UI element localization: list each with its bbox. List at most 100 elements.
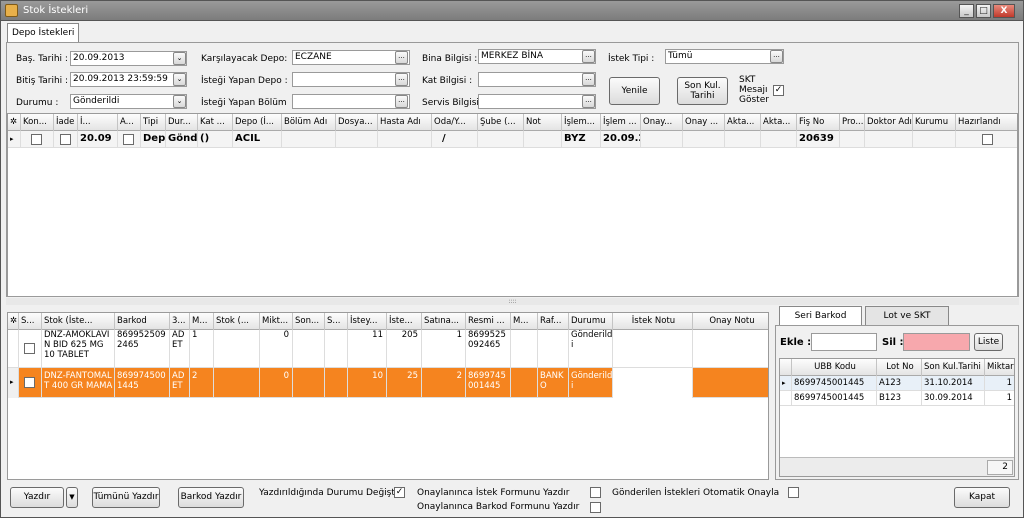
hazirlandi-checkbox[interactable] <box>982 134 993 145</box>
col-stok2[interactable]: Stok (... <box>214 313 260 330</box>
bas-tarihi-input[interactable]: 20.09.2013 <box>70 51 187 66</box>
col-not[interactable]: Not <box>524 114 562 131</box>
cell-tipi[interactable]: Dep <box>141 131 166 148</box>
cell-s2[interactable] <box>325 368 348 398</box>
cell-skt[interactable]: 30.09.2014 <box>922 391 985 406</box>
col-kat[interactable]: Kat ... <box>198 114 233 131</box>
cell-m[interactable]: 2 <box>190 368 214 398</box>
col-barkod[interactable]: Barkod <box>115 313 170 330</box>
cell-islem2[interactable]: 20.09.2 <box>601 131 641 148</box>
table-row[interactable]: ▸ DNZ-FANTOMAL T 400 GR MAMA 869974500 1… <box>8 368 768 398</box>
cell-miktar[interactable]: 1 <box>985 376 1014 391</box>
tumunu-yazdir-button[interactable]: Tümünü Yazdır <box>92 487 160 508</box>
col-durumu[interactable]: Durumu <box>569 313 613 330</box>
col-son-kul-tarihi[interactable]: Son Kul.Tarihi <box>922 359 985 376</box>
istek-tipi-input[interactable]: Tümü <box>665 49 784 64</box>
item-checkbox[interactable] <box>24 343 35 354</box>
skt-mesaji-checkbox[interactable]: ✓ <box>773 85 784 96</box>
otomatik-onay-checkbox[interactable] <box>788 487 799 498</box>
cell-i[interactable]: 20.09 <box>78 131 118 148</box>
cell-iste[interactable]: 25 <box>387 368 422 398</box>
col-onay-notu[interactable]: Onay Notu <box>693 313 768 330</box>
col-hazirlandi[interactable]: Hazırlandı <box>956 114 1017 131</box>
kat-bilgisi-input[interactable] <box>478 72 596 87</box>
bas-tarihi-dropdown-icon[interactable]: ⌄ <box>173 52 186 65</box>
karsilayacak-depo-ellipsis-button[interactable]: ... <box>395 51 408 64</box>
istegi-yapan-depo-ellipsis-button[interactable]: ... <box>395 73 408 86</box>
col-hasta-adi[interactable]: Hasta Adı <box>378 114 432 131</box>
col-bolum-adi[interactable]: Bölüm Adı <box>282 114 336 131</box>
cell-resmi[interactable]: 8699525 092465 <box>466 330 511 368</box>
col-raf[interactable]: Raf... <box>538 313 569 330</box>
col-depo[interactable]: Depo (İ... <box>233 114 282 131</box>
cell-lot[interactable]: B123 <box>877 391 922 406</box>
col-fis-no[interactable]: Fiş No <box>797 114 840 131</box>
bitis-tarihi-dropdown-icon[interactable]: ⌄ <box>173 73 186 86</box>
cell-satina[interactable]: 2 <box>422 368 466 398</box>
cell-kurumu[interactable] <box>913 131 956 148</box>
cell-satina[interactable]: 1 <box>422 330 466 368</box>
bina-bilgisi-input[interactable]: MERKEZ BİNA <box>478 49 596 64</box>
cell-depo[interactable]: ACIL AM <box>233 131 282 148</box>
cell-birim[interactable]: AD ET <box>170 368 190 398</box>
cell-islem1[interactable]: BYZ <box>562 131 601 148</box>
cell-stok2[interactable] <box>214 368 260 398</box>
item-checkbox[interactable] <box>24 377 35 388</box>
col-stok[interactable]: Stok (İste... <box>42 313 115 330</box>
onay-istek-checkbox[interactable] <box>590 487 601 498</box>
cell-not[interactable] <box>524 131 562 148</box>
cell-sube[interactable] <box>478 131 524 148</box>
col-s2[interactable]: S... <box>325 313 348 330</box>
tab-seri-barkod[interactable]: Seri Barkod <box>779 306 862 326</box>
cell-doktor[interactable] <box>865 131 913 148</box>
cell-iste[interactable]: 205 <box>387 330 422 368</box>
cell-s2[interactable] <box>325 330 348 368</box>
istek-tipi-ellipsis-button[interactable]: ... <box>770 50 783 63</box>
table-row[interactable]: ▸ 8699745001445 A123 31.10.2014 1 <box>780 376 1014 391</box>
col-tipi[interactable]: Tipi <box>141 114 166 131</box>
minimize-button[interactable]: _ <box>959 4 974 18</box>
col-m[interactable]: M... <box>190 313 214 330</box>
bitis-tarihi-input[interactable]: 20.09.2013 23:59:59 <box>70 72 187 87</box>
col-istey[interactable]: İstey... <box>348 313 387 330</box>
col-iste[interactable]: İste... <box>387 313 422 330</box>
cell-fis-no[interactable]: 20639 <box>797 131 840 148</box>
sil-input[interactable] <box>903 333 970 351</box>
cell-kat[interactable]: () <box>198 131 233 148</box>
col-islem1[interactable]: İşlem... <box>562 114 601 131</box>
col-kon[interactable]: Kon... <box>21 114 54 131</box>
col-akta1[interactable]: Akta... <box>725 114 761 131</box>
col-istek-notu[interactable]: İstek Notu <box>613 313 693 330</box>
col-ubb-kodu[interactable]: UBB Kodu <box>792 359 877 376</box>
maximize-button[interactable]: □ <box>976 4 991 18</box>
yenile-button[interactable]: Yenile <box>609 77 660 105</box>
cell-son[interactable] <box>293 368 325 398</box>
cell-mikt[interactable]: 0 <box>260 368 293 398</box>
iade-checkbox[interactable] <box>60 134 71 145</box>
istegi-yapan-bolum-input[interactable] <box>292 94 410 109</box>
cell-bolum[interactable] <box>282 131 336 148</box>
cell-ubb[interactable]: 8699745001445 <box>792 376 877 391</box>
cell-ubb[interactable]: 8699745001445 <box>792 391 877 406</box>
cell-barkod[interactable]: 869952509 2465 <box>115 330 170 368</box>
cell-istey[interactable]: 10 <box>348 368 387 398</box>
col-m2[interactable]: M... <box>511 313 538 330</box>
cell-durumu[interactable]: Gönderild i <box>569 330 613 368</box>
close-button[interactable]: X <box>993 4 1015 18</box>
cell-son[interactable] <box>293 330 325 368</box>
cell-onay-notu[interactable] <box>693 330 768 368</box>
splitter-handle[interactable]: :::: <box>6 298 1019 305</box>
barkod-yazdir-button[interactable]: Barkod Yazdır <box>178 487 244 508</box>
table-row[interactable]: 8699745001445 B123 30.09.2014 1 <box>780 391 1014 406</box>
col-lot-no[interactable]: Lot No <box>877 359 922 376</box>
onay-barkod-checkbox[interactable] <box>590 502 601 513</box>
col-akta2[interactable]: Akta... <box>761 114 797 131</box>
ekle-input[interactable] <box>811 333 877 351</box>
cell-mikt[interactable]: 0 <box>260 330 293 368</box>
cell-raf[interactable] <box>538 330 569 368</box>
servis-bilgisi-ellipsis-button[interactable]: ... <box>582 95 595 108</box>
durumu-select[interactable]: Gönderildi <box>70 94 187 109</box>
cell-m2[interactable] <box>511 330 538 368</box>
cell-stok[interactable]: DNZ-FANTOMAL T 400 GR MAMA <box>42 368 115 398</box>
istegi-yapan-bolum-ellipsis-button[interactable]: ... <box>395 95 408 108</box>
